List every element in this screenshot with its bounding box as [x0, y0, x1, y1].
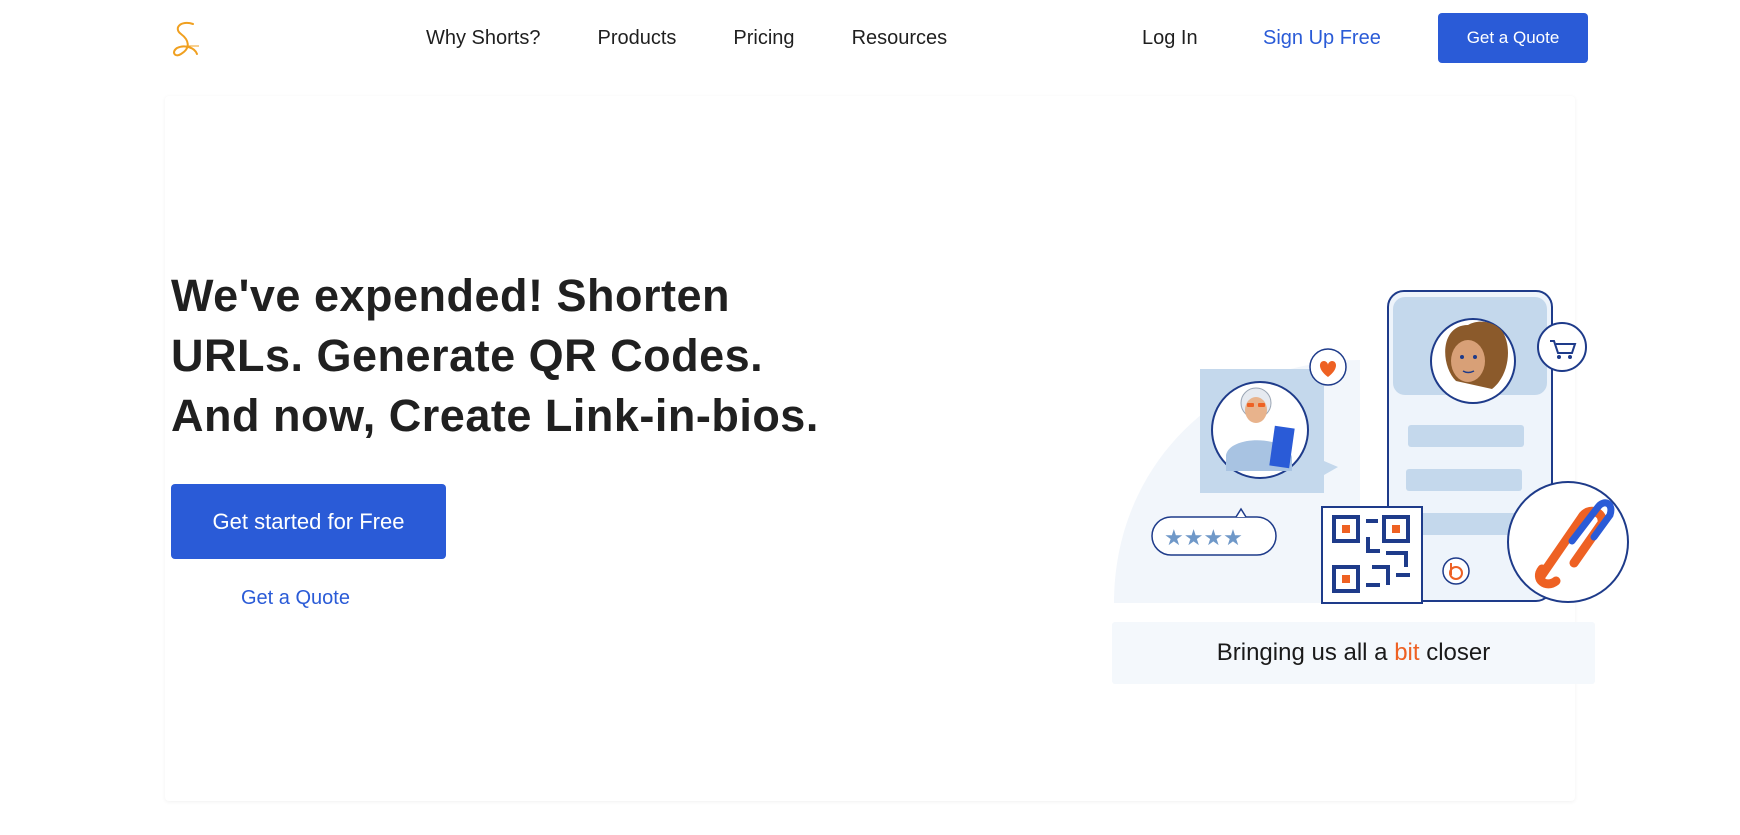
get-quote-button[interactable]: Get a Quote [1438, 13, 1588, 63]
chat-card-icon [1200, 369, 1338, 493]
woman-avatar-icon [1430, 318, 1516, 404]
tagline-banner: Bringing us all a bit closer [1112, 622, 1595, 684]
headline-line-1: We've expended! Shorten [171, 270, 730, 321]
get-started-button[interactable]: Get started for Free [171, 484, 446, 559]
top-navbar: Why Shorts? Products Pricing Resources L… [0, 0, 1740, 76]
nav-link-pricing[interactable]: Pricing [733, 25, 794, 51]
svg-text:★★★★: ★★★★ [1164, 526, 1243, 551]
cart-icon [1537, 322, 1587, 372]
headline-line-3: And now, Create Link-in-bios. [171, 390, 819, 441]
hero-illustration: ★★★★ [1110, 285, 1630, 605]
tagline-accent: bit [1394, 639, 1420, 666]
primary-nav: Why Shorts? Products Pricing Resources [426, 25, 947, 51]
headline-line-2: URLs. Generate QR Codes. [171, 330, 764, 381]
link-chain-icon [1507, 481, 1629, 603]
nav-link-products[interactable]: Products [597, 25, 676, 51]
qr-code-icon [1321, 506, 1423, 604]
nav-link-why-shorts[interactable]: Why Shorts? [426, 25, 540, 51]
hero-headline: We've expended! Shorten URLs. Generate Q… [171, 266, 951, 446]
heart-icon [1309, 348, 1347, 386]
tagline-text: Bringing us all a bit closer [1216, 639, 1491, 666]
script-s-logo-icon[interactable] [167, 18, 207, 62]
signup-link[interactable]: Sign Up Free [1263, 25, 1381, 51]
brand-badge-icon [1442, 557, 1470, 585]
nav-link-resources[interactable]: Resources [852, 25, 948, 51]
hero-quote-link[interactable]: Get a Quote [241, 587, 350, 610]
login-link[interactable]: Log In [1142, 25, 1198, 51]
